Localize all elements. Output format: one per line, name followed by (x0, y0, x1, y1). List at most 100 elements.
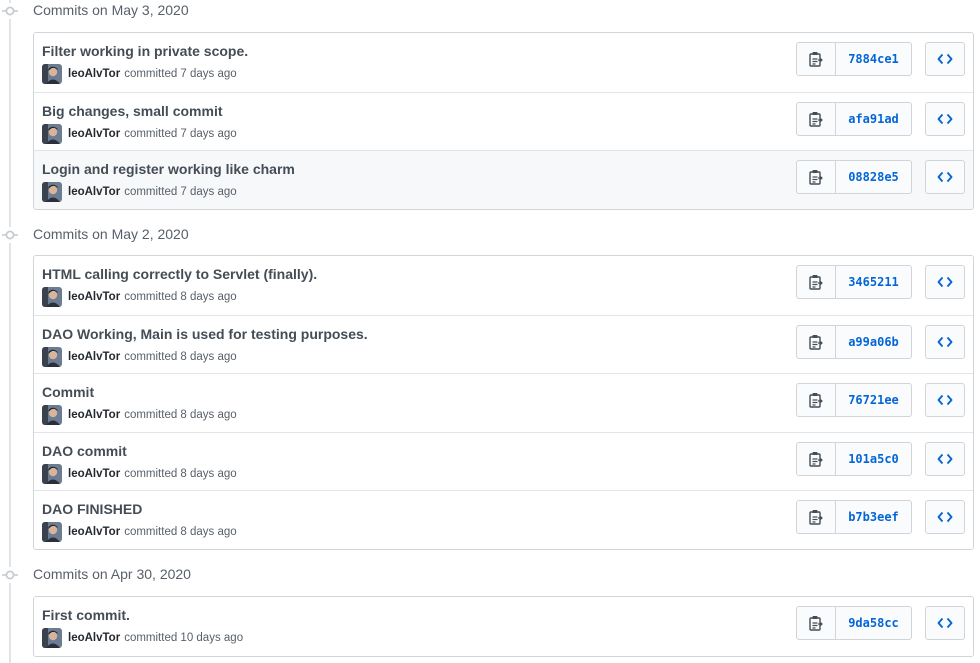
commit-list: HTML calling correctly to Servlet (final… (33, 255, 974, 550)
browse-repo-button[interactable] (925, 441, 965, 476)
git-commit-icon (2, 567, 18, 583)
browse-repo-button[interactable] (925, 265, 965, 299)
commit-meta: leoAlvTor committed 8 days ago (42, 346, 237, 367)
git-commit-icon (2, 3, 18, 19)
clippy-icon (809, 274, 823, 290)
author-link[interactable]: leoAlvTor (68, 291, 120, 303)
code-icon (937, 170, 953, 184)
copy-sha-button[interactable] (797, 102, 836, 135)
clippy-icon (809, 334, 823, 350)
commit-time: committed 8 days ago (124, 350, 237, 363)
copy-sha-button[interactable] (797, 266, 836, 298)
author-avatar[interactable] (42, 64, 62, 84)
code-icon (937, 52, 953, 66)
code-icon (937, 112, 953, 126)
browse-repo-button[interactable] (925, 606, 965, 640)
commit-meta: leoAlvTor committed 7 days ago (42, 64, 237, 84)
commit-row: DAO FINISHED leoAlvTor committed 8 days ag… (34, 490, 973, 549)
commit-row: First commit. leoAlvTor committed 10 days … (34, 597, 973, 656)
commit-title-link[interactable]: DAO FINISHED (42, 501, 142, 517)
commit-sha-link[interactable]: b7b3eef (836, 501, 911, 533)
author-avatar[interactable] (42, 287, 62, 307)
commit-meta: leoAlvTor committed 8 days ago (42, 463, 237, 484)
commit-title-link[interactable]: First commit. (42, 607, 130, 623)
commit-sha-link[interactable]: 9da58cc (836, 607, 911, 639)
copy-sha-button[interactable] (797, 43, 836, 75)
browse-repo-button[interactable] (925, 383, 965, 417)
author-link[interactable]: leoAlvTor (68, 632, 120, 644)
commit-sha-link[interactable]: 101a5c0 (836, 443, 911, 475)
author-link[interactable]: leoAlvTor (68, 68, 120, 80)
clippy-icon (809, 169, 823, 185)
browse-repo-button[interactable] (925, 324, 965, 359)
commit-meta: leoAlvTor committed 7 days ago (42, 182, 237, 202)
author-link[interactable]: leoAlvTor (68, 186, 120, 198)
commit-time: committed 8 days ago (124, 467, 237, 480)
commit-row: HTML calling correctly to Servlet (final… (34, 256, 973, 315)
sha-button-group: afa91ad (796, 101, 912, 136)
commit-meta: leoAlvTor committed 8 days ago (42, 405, 237, 425)
commit-title-link[interactable]: Commit (42, 384, 94, 400)
commit-meta: leoAlvTor committed 8 days ago (42, 287, 237, 307)
sha-button-group: 101a5c0 (796, 441, 912, 476)
browse-repo-button[interactable] (925, 500, 965, 534)
author-link[interactable]: leoAlvTor (68, 468, 120, 480)
author-avatar[interactable] (42, 522, 62, 542)
author-link[interactable]: leoAlvTor (68, 526, 120, 538)
commit-title-link[interactable]: Big changes, small commit (42, 103, 223, 119)
author-avatar[interactable] (42, 628, 62, 648)
commit-row: Commit leoAlvTor committed 8 days ago 76721… (34, 373, 973, 432)
commit-title-link[interactable]: HTML calling correctly to Servlet (final… (42, 266, 317, 282)
clippy-icon (809, 451, 823, 467)
clippy-icon (809, 51, 823, 67)
clippy-icon (809, 509, 823, 525)
commit-sha-link[interactable]: 08828e5 (836, 161, 911, 193)
commit-row: DAO commit leoAlvTor committed 8 days ago 1… (34, 431, 973, 490)
author-link[interactable]: leoAlvTor (68, 409, 120, 421)
copy-sha-button[interactable] (797, 325, 836, 358)
author-avatar[interactable] (42, 346, 62, 367)
author-link[interactable]: leoAlvTor (68, 351, 120, 363)
copy-sha-button[interactable] (797, 384, 836, 416)
code-icon (937, 335, 953, 349)
commit-group-date: Commits on May 2, 2020 (33, 226, 189, 242)
code-icon (937, 275, 953, 289)
commit-list: First commit. leoAlvTor committed 10 days … (33, 596, 974, 657)
commit-group-date: Commits on Apr 30, 2020 (33, 566, 191, 582)
commit-sha-link[interactable]: 7884ce1 (836, 43, 911, 75)
browse-repo-button[interactable] (925, 42, 965, 76)
commit-sha-link[interactable]: afa91ad (836, 103, 911, 135)
commit-title-link[interactable]: Filter working in private scope. (42, 43, 248, 59)
commit-sha-link[interactable]: a99a06b (836, 326, 911, 358)
copy-sha-button[interactable] (797, 607, 836, 639)
commit-sha-link[interactable]: 3465211 (836, 266, 911, 298)
commit-time: committed 7 days ago (124, 68, 237, 80)
browse-repo-button[interactable] (925, 160, 965, 194)
sha-button-group: 08828e5 (796, 160, 912, 194)
commit-time: committed 10 days ago (124, 632, 244, 644)
commit-title-link[interactable]: Login and register working like charm (42, 161, 295, 177)
commit-group-header: Commits on Apr 30, 2020 (0, 564, 960, 586)
author-avatar[interactable] (42, 463, 62, 484)
sha-button-group: 7884ce1 (796, 42, 912, 76)
commit-title-link[interactable]: DAO Working, Main is used for testing pu… (42, 326, 368, 342)
clippy-icon (809, 111, 823, 127)
commit-group-header: Commits on May 2, 2020 (0, 224, 960, 246)
author-avatar[interactable] (42, 182, 62, 202)
commit-time: committed 7 days ago (124, 186, 237, 198)
author-link[interactable]: leoAlvTor (68, 128, 120, 140)
copy-sha-button[interactable] (797, 161, 836, 193)
commit-sha-link[interactable]: 76721ee (836, 384, 911, 416)
author-avatar[interactable] (42, 123, 62, 144)
commit-row: DAO Working, Main is used for testing pu… (34, 314, 973, 373)
clippy-icon (809, 392, 823, 408)
sha-button-group: 9da58cc (796, 606, 912, 640)
commit-group-date: Commits on May 3, 2020 (33, 2, 189, 18)
commit-title-link[interactable]: DAO commit (42, 443, 127, 459)
copy-sha-button[interactable] (797, 501, 836, 533)
browse-repo-button[interactable] (925, 101, 965, 136)
copy-sha-button[interactable] (797, 442, 836, 475)
author-avatar[interactable] (42, 405, 62, 425)
commit-time: committed 8 days ago (124, 526, 237, 538)
commit-group-header: Commits on May 3, 2020 (0, 0, 960, 22)
